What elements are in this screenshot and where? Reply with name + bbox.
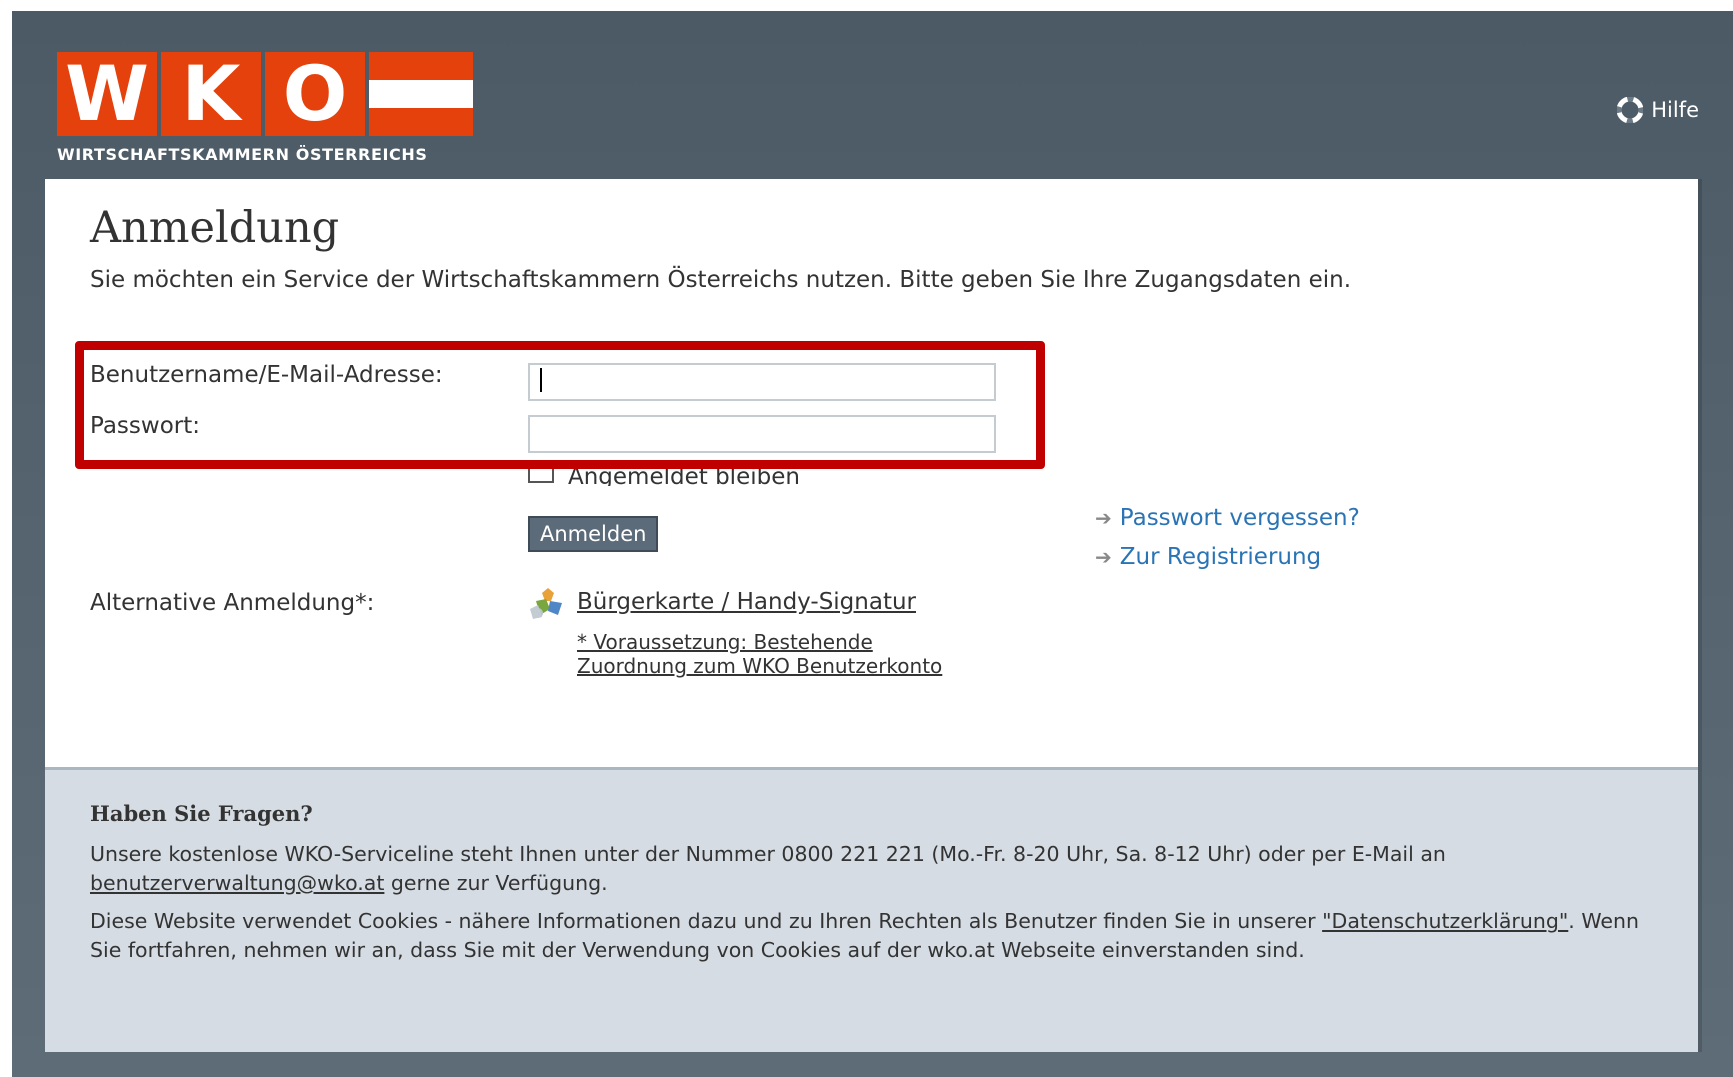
support-email-link[interactable]: benutzerverwaltung@wko.at	[90, 871, 384, 895]
card-shadow	[1698, 179, 1702, 1052]
register-link[interactable]: ➔ Zur Registrierung	[1095, 544, 1360, 570]
highlight-box	[75, 341, 1045, 469]
help-label: Hilfe	[1651, 98, 1699, 122]
side-links: ➔ Passwort vergessen? ➔ Zur Registrierun…	[1095, 505, 1360, 583]
logo-letter-w: W	[57, 52, 157, 136]
logo-letter-k: K	[161, 52, 261, 136]
privacy-policy-link[interactable]: "Datenschutzerklärung"	[1322, 909, 1568, 933]
logo-letter-o: O	[265, 52, 365, 136]
alt-login-requirement-link[interactable]: * Voraussetzung: Bestehende Zuordnung zu…	[577, 630, 942, 678]
footer-contact-text: Unsere kostenlose WKO-Serviceline steht …	[90, 840, 1650, 898]
register-label: Zur Registrierung	[1119, 544, 1322, 570]
arrow-right-icon: ➔	[1095, 545, 1112, 569]
arrow-right-icon: ➔	[1095, 506, 1112, 530]
forgot-password-link[interactable]: ➔ Passwort vergessen?	[1095, 505, 1360, 531]
citizen-card-icon	[530, 588, 562, 619]
footer-cookie-text: Diese Website verwendet Cookies - nähere…	[90, 907, 1650, 965]
austrian-flag-icon	[369, 52, 473, 136]
alt-note-line1: * Voraussetzung: Bestehende	[577, 630, 873, 654]
intro-text: Sie möchten ein Service der Wirtschaftsk…	[90, 267, 1352, 293]
alt-login-label: Alternative Anmeldung*:	[90, 590, 375, 616]
citizen-card-link[interactable]: Bürgerkarte / Handy-Signatur	[577, 589, 916, 615]
page-title: Anmeldung	[90, 203, 340, 253]
wko-logo[interactable]: W K O WIRTSCHAFTSKAMMERN ÖSTERREICHS	[57, 52, 473, 164]
lifebuoy-icon	[1617, 97, 1644, 123]
contact-text-after: gerne zur Verfügung.	[390, 871, 608, 895]
help-footer: Haben Sie Fragen? Unsere kostenlose WKO-…	[45, 767, 1698, 1052]
forgot-password-label: Passwort vergessen?	[1119, 505, 1360, 531]
help-link[interactable]: Hilfe	[1617, 97, 1699, 123]
footer-heading: Haben Sie Fragen?	[90, 801, 313, 826]
remember-me-label: Angemeldet bleiben	[568, 466, 800, 486]
login-card: Anmeldung Sie möchten ein Service der Wi…	[45, 179, 1698, 767]
contact-text-before: Unsere kostenlose WKO-Serviceline steht …	[90, 842, 1446, 866]
cookie-text-before: Diese Website verwendet Cookies - nähere…	[90, 909, 1316, 933]
logo-subtitle: WIRTSCHAFTSKAMMERN ÖSTERREICHS	[57, 145, 428, 164]
remember-me-row[interactable]: Angemeldet bleiben	[528, 466, 800, 486]
login-button[interactable]: Anmelden	[528, 516, 659, 552]
alt-note-line2: Zuordnung zum WKO Benutzerkonto	[577, 654, 943, 678]
